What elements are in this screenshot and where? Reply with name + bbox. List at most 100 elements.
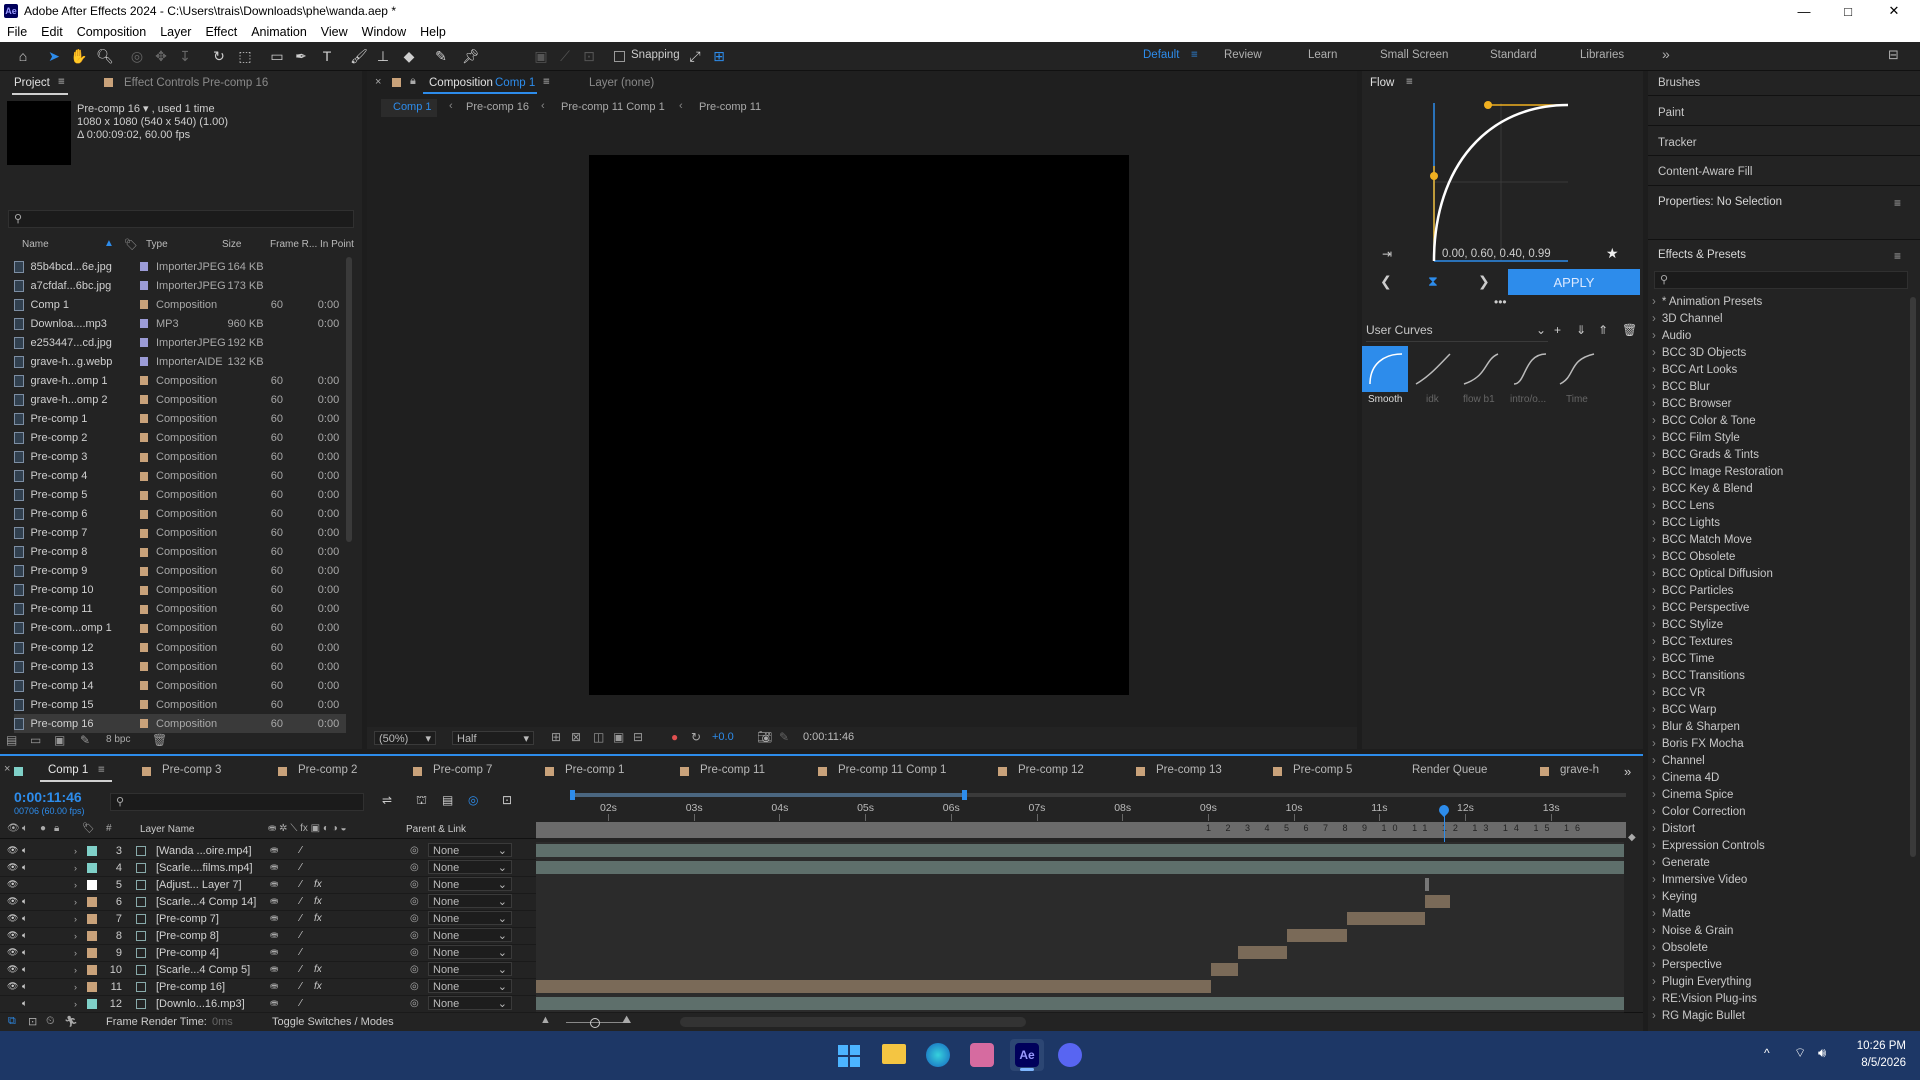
effects-category[interactable]: BCC Lens <box>1652 500 1714 517</box>
effects-category[interactable]: BCC VR <box>1652 687 1705 704</box>
timeline-tab[interactable]: Comp 1 <box>48 764 88 776</box>
parent-dropdown[interactable]: None ⌄ <box>428 962 512 976</box>
minimize-button[interactable]: — <box>1782 0 1826 22</box>
layer-name-column[interactable]: Layer Name <box>140 824 194 835</box>
effects-category[interactable]: BCC Blur <box>1652 381 1710 398</box>
effects-category[interactable]: BCC Warp <box>1652 704 1717 721</box>
discord-icon[interactable] <box>1058 1043 1082 1067</box>
expand-arrow-icon[interactable]: › <box>74 880 77 890</box>
layer-label-color[interactable] <box>87 913 97 924</box>
effects-category[interactable]: BCC Browser <box>1652 398 1732 415</box>
expand-arrow-icon[interactable]: › <box>74 999 77 1009</box>
zoom-in-icon[interactable]: ⛰ <box>622 1014 631 1027</box>
rotation-tool-icon[interactable]: ↻ <box>210 47 228 65</box>
label-color[interactable] <box>139 452 148 462</box>
preset-idk-thumb[interactable] <box>1410 346 1456 392</box>
project-item-row[interactable]: Pre-comp 16 Composition 60 0:00 <box>14 714 346 734</box>
project-item-row[interactable]: Pre-comp 1 Composition 60 0:00 <box>14 409 346 428</box>
layer-row[interactable]: 👁︎ 🔈︎ › 7 [Pre-comp 7] ⛂ ⁄ fx ◎ None ⌄ <box>0 910 536 928</box>
layer-duration-bar[interactable] <box>536 861 1624 874</box>
export-curves-icon[interactable]: ⇑ <box>1598 323 1608 337</box>
layer-label-color[interactable] <box>87 845 97 856</box>
fx-switch-icon[interactable]: fx <box>314 981 322 992</box>
clone-stamp-tool-icon[interactable]: ⊥ <box>374 47 392 65</box>
selection-tool-icon[interactable]: ➤ <box>45 47 63 65</box>
pick-whip-icon[interactable]: ◎ <box>410 896 419 907</box>
project-item-row[interactable]: Pre-comp 2 Composition 60 0:00 <box>14 428 346 447</box>
brushes-panel-tab[interactable]: Brushes <box>1658 77 1700 89</box>
home-icon[interactable]: ⌂ <box>14 47 32 65</box>
brush-tool-icon[interactable]: 🖌︎ <box>350 47 368 65</box>
comp-viewer-canvas[interactable] <box>589 155 1129 695</box>
zoom-slider-thumb[interactable] <box>590 1018 600 1028</box>
timeline-menu-icon[interactable]: ≡ <box>98 764 105 776</box>
timeline-tab[interactable]: Pre-comp 11 Comp 1 <box>838 764 946 776</box>
label-color[interactable] <box>139 604 148 614</box>
project-item-row[interactable]: Pre-comp 8 Composition 60 0:00 <box>14 543 346 562</box>
maximize-button[interactable]: □ <box>1826 0 1870 22</box>
effects-category[interactable]: Perspective <box>1652 959 1722 976</box>
project-item-row[interactable]: Pre-comp 14 Composition 60 0:00 <box>14 676 346 695</box>
photos-app-icon[interactable] <box>970 1043 994 1067</box>
anchor-tool-icon[interactable]: ⬚ <box>236 47 254 65</box>
composition-tab-label[interactable]: Composition <box>429 77 493 89</box>
effects-category[interactable]: BCC Film Style <box>1652 432 1740 449</box>
pick-whip-icon[interactable]: ◎ <box>410 879 419 890</box>
effects-category[interactable]: BCC Particles <box>1652 585 1734 602</box>
audio-speaker-icon[interactable]: 🔈︎ <box>22 930 27 941</box>
breadcrumb-pre-comp-11-comp-1[interactable]: Pre-comp 11 Comp 1 <box>561 101 665 113</box>
effects-category[interactable]: Color Correction <box>1652 806 1746 823</box>
effects-category[interactable]: BCC Grads & Tints <box>1652 449 1759 466</box>
pick-whip-icon[interactable]: ◎ <box>410 862 419 873</box>
color-channels-icon[interactable]: ● <box>671 730 678 744</box>
comp-mini-flowchart-icon[interactable]: ⇌ <box>382 793 392 807</box>
breadcrumb-pre-comp-16[interactable]: Pre-comp 16 <box>466 101 529 113</box>
label-color[interactable] <box>139 300 148 310</box>
align-icon[interactable]: ▣ <box>532 47 550 65</box>
properties-menu-icon[interactable]: ≡ <box>1894 196 1901 210</box>
quality-switch-icon[interactable]: ⁄ <box>300 947 302 958</box>
delete-icon[interactable]: 🗑︎ <box>152 733 167 747</box>
preset-flow-b1-thumb[interactable] <box>1458 346 1504 392</box>
workspace-learn[interactable]: Learn <box>1308 49 1337 61</box>
breadcrumb-pre-comp-11[interactable]: Pre-comp 11 <box>699 101 761 113</box>
label-color[interactable] <box>139 338 148 348</box>
pan-tool-icon[interactable]: ✥ <box>152 47 170 65</box>
project-item-row[interactable]: Comp 1 Composition 60 0:00 <box>14 295 346 314</box>
apply-button[interactable]: APPLY <box>1508 269 1640 295</box>
modes-pane-icon[interactable]: ⊡ <box>28 1015 37 1028</box>
graph-editor-icon[interactable]: ⊡ <box>502 793 512 807</box>
more-workspaces-icon[interactable]: » <box>1662 46 1670 62</box>
pick-whip-icon[interactable]: ◎ <box>410 913 419 924</box>
composition-menu-icon[interactable]: ≡ <box>543 76 550 88</box>
ease-out-icon[interactable]: ❯ <box>1478 273 1490 290</box>
visibility-eye-icon[interactable]: 👁︎ <box>7 930 18 941</box>
project-item-row[interactable]: 85b4bcd...6e.jpg ImporterJPEG 164 KB <box>14 257 346 276</box>
expand-arrow-icon[interactable]: › <box>74 948 77 958</box>
adjust-project-settings-icon[interactable]: ✎ <box>80 733 90 747</box>
search-help-icon[interactable]: ⊟ <box>1888 47 1899 63</box>
project-search-input[interactable]: ⚲ <box>8 210 354 228</box>
effects-category[interactable]: BCC 3D Objects <box>1652 347 1746 364</box>
add-curve-icon[interactable]: + <box>1554 323 1561 337</box>
work-area-start-handle[interactable] <box>570 790 575 800</box>
effects-category[interactable]: BCC Time <box>1652 653 1714 670</box>
layer-label-color[interactable] <box>87 998 97 1009</box>
col-name[interactable]: Name <box>22 239 49 250</box>
layer-label-color[interactable] <box>87 930 97 941</box>
effects-category[interactable]: BCC Match Move <box>1652 534 1752 551</box>
pick-whip-icon[interactable]: ◎ <box>410 845 419 856</box>
effects-category[interactable]: Cinema 4D <box>1652 772 1720 789</box>
timeline-tab[interactable]: Pre-comp 3 <box>162 764 221 776</box>
layer-name[interactable]: [Scarle...4 Comp 5] <box>156 964 250 976</box>
timeline-tab[interactable]: Pre-comp 12 <box>1018 764 1084 776</box>
timeline-tab[interactable]: Pre-comp 13 <box>1156 764 1222 776</box>
menu-window[interactable]: Window <box>355 25 413 39</box>
snapshot-icon[interactable]: 📷︎ <box>757 730 772 744</box>
orbit-tool-icon[interactable]: ◎ <box>128 47 146 65</box>
shy-switch-icon[interactable]: ⛂ <box>270 947 278 958</box>
pick-whip-icon[interactable]: ◎ <box>410 964 419 975</box>
time-ruler[interactable]: 02s 03s 04s 05s 06s 07s 08s 09s 10s 11s 12s 13s <box>536 800 1626 823</box>
paint-panel-tab[interactable]: Paint <box>1658 107 1684 119</box>
layer-name[interactable]: [Pre-comp 4] <box>156 947 219 959</box>
